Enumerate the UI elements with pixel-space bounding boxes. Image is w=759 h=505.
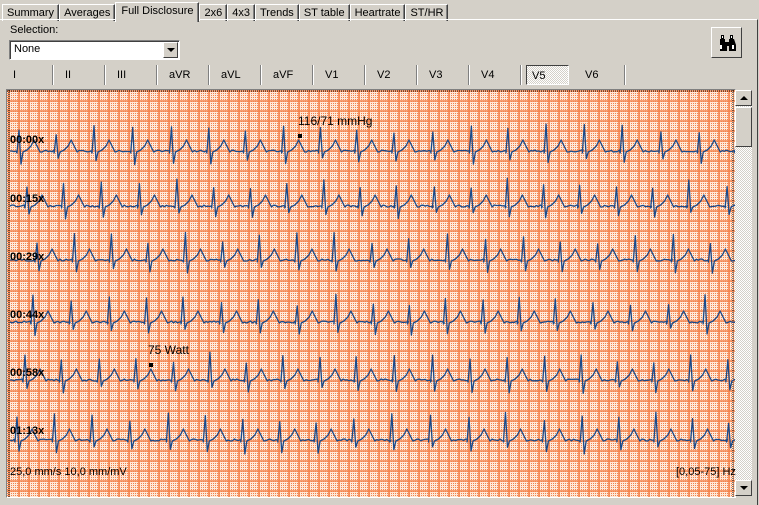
load-marker[interactable] [149,363,153,367]
strip-time-label: 00:44x [10,309,45,321]
lead-separator [156,65,158,85]
tab-bar: Summary Averages Full Disclosure 2x6 4x3 Tren… [2,2,449,22]
scroll-thumb[interactable] [735,107,752,147]
lead-v1[interactable]: V1 [320,65,369,85]
selection-dropdown[interactable]: None [9,40,180,60]
lead-separator [260,65,262,85]
strip-time-label: 01:13x [10,425,45,437]
lead-ii[interactable]: II [60,65,109,85]
binoculars-icon [719,34,736,51]
lead-v4[interactable]: V4 [476,65,525,85]
lead-avl[interactable]: aVL [216,65,265,85]
chevron-down-icon [166,48,175,52]
lead-v3[interactable]: V3 [424,65,473,85]
bp-marker[interactable] [298,134,302,138]
lead-separator [364,65,366,85]
find-button[interactable] [711,27,742,58]
lead-separator [520,65,522,85]
lead-separator [624,65,626,85]
strip-time-label: 00:15x [10,193,45,205]
strip-time-label: 00:29x [10,251,45,263]
lead-separator [312,65,314,85]
arrow-down-icon [739,486,748,490]
lead-selector: I II III aVR aVL aVF V1 V2 V3 V4 V5 V6 [0,63,640,87]
filter-label: [0,05-75] Hz [676,466,736,478]
selection-value: None [14,43,41,55]
load-annotation: 75 Watt [148,343,189,357]
lead-v5[interactable]: V5 [526,65,569,85]
lead-iii[interactable]: III [112,65,161,85]
bp-annotation: 116/71 mmHg [298,114,373,128]
strip-time-label: 00:58x [10,367,45,379]
ecg-strip-view[interactable] [6,89,736,498]
ecg-canvas [7,90,735,497]
lead-separator [52,65,54,85]
lead-v2[interactable]: V2 [372,65,421,85]
dropdown-button[interactable] [163,42,178,58]
arrow-up-icon [739,96,748,100]
lead-avr[interactable]: aVR [164,65,213,85]
vertical-scrollbar[interactable] [735,90,752,496]
strip-time-label: 00:00x [10,134,45,146]
lead-separator [416,65,418,85]
lead-avf[interactable]: aVF [268,65,317,85]
speed-gain-label: 25,0 mm/s 10,0 mm/mV [10,466,127,478]
selection-label: Selection: [10,24,59,36]
lead-v6[interactable]: V6 [580,65,629,85]
lead-separator [208,65,210,85]
scroll-up-button[interactable] [735,90,752,106]
scroll-down-button[interactable] [735,480,752,496]
lead-separator [104,65,106,85]
lead-separator [468,65,470,85]
tab-full-disclosure[interactable]: Full Disclosure [115,2,200,22]
lead-i[interactable]: I [8,65,57,85]
